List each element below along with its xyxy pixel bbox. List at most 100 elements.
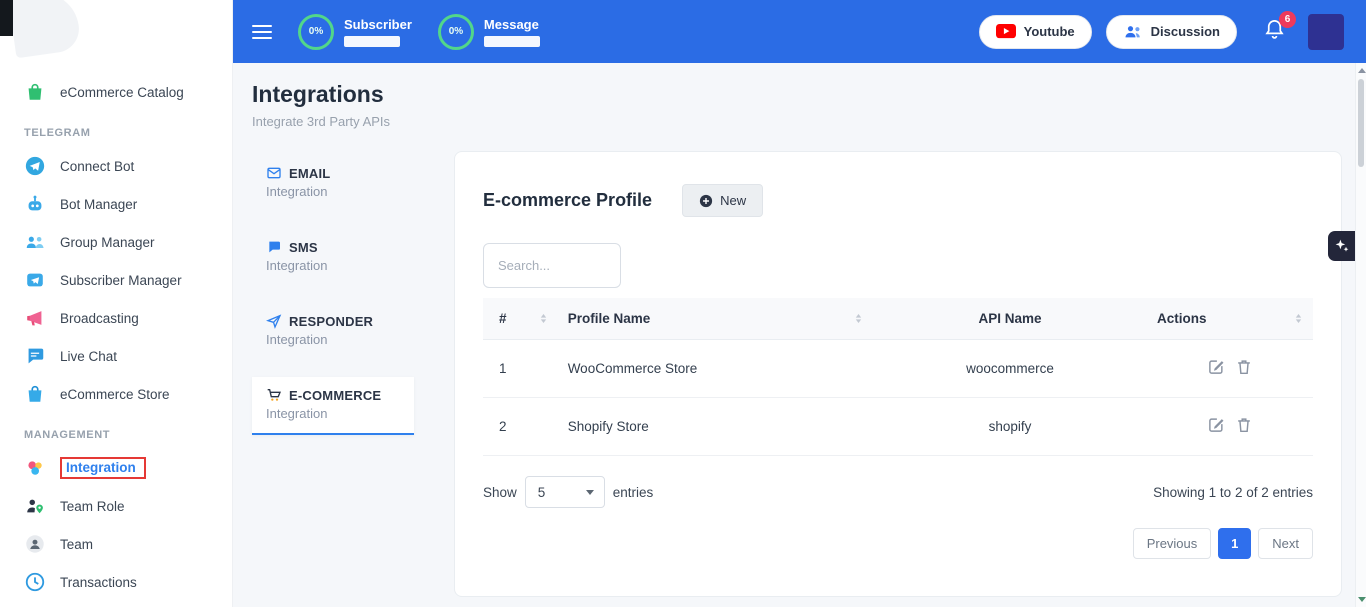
sidebar-section-telegram: TELEGRAM (0, 111, 232, 147)
subscriber-stat-value (344, 36, 400, 47)
sidebar-item-live-chat[interactable]: Live Chat (0, 337, 232, 375)
content-area: Integrations Integrate 3rd Party APIs EM… (233, 63, 1366, 607)
scrollbar[interactable] (1355, 63, 1366, 607)
table-row: 2 Shopify Store shopify (483, 398, 1313, 456)
sidebar-item-label: Live Chat (60, 349, 117, 364)
sidebar-item-team[interactable]: Team (0, 525, 232, 563)
table-row: 1 WooCommerce Store woocommerce (483, 340, 1313, 398)
table-header-row: # Profile Name A (483, 298, 1313, 340)
api-name-cell: shopify (873, 398, 1147, 456)
megaphone-icon (24, 307, 46, 329)
scroll-down-arrow[interactable] (1358, 597, 1366, 602)
nav-item-ecommerce-integration[interactable]: E-COMMERCE Integration (252, 377, 414, 435)
sidebar-section-management: MANAGEMENT (0, 413, 232, 449)
pagination: Previous 1 Next (483, 528, 1313, 559)
sidebar-item-label: eCommerce Store (60, 387, 170, 402)
logo-notch (0, 0, 13, 36)
card-title: E-commerce Profile (483, 190, 652, 211)
new-profile-button[interactable]: New (682, 184, 763, 217)
shopping-bag-icon (24, 81, 46, 103)
show-entries-control: Show 5 entries (483, 476, 653, 508)
app-window: eCommerce Catalog TELEGRAM Connect Bot B… (0, 0, 1366, 607)
sidebar-item-bot-manager[interactable]: Bot Manager (0, 185, 232, 223)
team-icon (24, 533, 46, 555)
sparkle-icon (1334, 238, 1350, 254)
discussion-users-icon (1123, 24, 1143, 39)
sidebar-item-label: Subscriber Manager (60, 273, 182, 288)
previous-page-button[interactable]: Previous (1133, 528, 1212, 559)
plus-circle-icon (699, 194, 713, 208)
sidebar-item-label: Team (60, 537, 93, 552)
sidebar-item-ecommerce-catalog[interactable]: eCommerce Catalog (0, 73, 232, 111)
row-number: 1 (483, 340, 558, 398)
youtube-icon (996, 24, 1016, 39)
page-1-button[interactable]: 1 (1218, 528, 1251, 559)
transactions-icon (24, 571, 46, 593)
message-stat: 0% Message (438, 14, 540, 50)
column-header-profile-name[interactable]: Profile Name (558, 298, 873, 340)
sidebar-item-label: Bot Manager (60, 197, 137, 212)
profile-name-cell: Shopify Store (558, 398, 873, 456)
sort-icon (1294, 313, 1303, 324)
paper-plane-icon (266, 313, 282, 329)
sort-icon (854, 313, 863, 324)
column-header-api-name[interactable]: API Name (873, 298, 1147, 340)
row-number: 2 (483, 398, 558, 456)
integration-nav: EMAIL Integration SMS Integration (252, 151, 432, 451)
showing-entries-text: Showing 1 to 2 of 2 entries (1153, 485, 1313, 500)
email-icon (266, 165, 282, 181)
page-size-select[interactable]: 5 (525, 476, 605, 508)
sidebar-item-label-highlighted: Integration (60, 457, 146, 479)
subscriber-icon (24, 269, 46, 291)
topbar: 0% Subscriber 0% Message Youtu (233, 0, 1366, 63)
sidebar-item-team-role[interactable]: Team Role (0, 487, 232, 525)
subscriber-stat: 0% Subscriber (298, 14, 412, 50)
sidebar-item-integration[interactable]: Integration (0, 449, 232, 487)
delete-button[interactable] (1232, 355, 1256, 382)
subscriber-percent: 0% (309, 26, 323, 37)
search-input[interactable] (483, 243, 621, 288)
nav-item-responder-integration[interactable]: RESPONDER Integration (252, 303, 414, 361)
sidebar-item-connect-bot[interactable]: Connect Bot (0, 147, 232, 185)
sidebar-item-ecommerce-store[interactable]: eCommerce Store (0, 375, 232, 413)
edit-button[interactable] (1204, 355, 1228, 382)
sidebar-item-label: eCommerce Catalog (60, 85, 184, 100)
scrollbar-thumb[interactable] (1358, 79, 1364, 167)
column-header-actions[interactable]: Actions (1147, 298, 1313, 340)
youtube-button[interactable]: Youtube (979, 15, 1092, 49)
message-stat-value (484, 36, 540, 47)
subscriber-stat-label: Subscriber (344, 17, 412, 32)
next-page-button[interactable]: Next (1258, 528, 1313, 559)
profiles-table: # Profile Name A (483, 298, 1313, 456)
show-label: Show (483, 485, 517, 500)
column-header-num[interactable]: # (483, 298, 558, 340)
nav-item-sms-integration[interactable]: SMS Integration (252, 229, 414, 287)
edit-button[interactable] (1204, 413, 1228, 440)
logo-area (0, 0, 232, 63)
sidebar-item-transactions[interactable]: Transactions (0, 563, 232, 601)
sidebar-item-subscriber-manager[interactable]: Subscriber Manager (0, 261, 232, 299)
menu-toggle-icon[interactable] (252, 25, 272, 39)
user-avatar[interactable] (1308, 14, 1344, 50)
team-role-icon (24, 495, 46, 517)
nav-item-email-integration[interactable]: EMAIL Integration (252, 155, 414, 213)
delete-button[interactable] (1232, 413, 1256, 440)
store-bag-icon (24, 383, 46, 405)
sidebar-item-broadcasting[interactable]: Broadcasting (0, 299, 232, 337)
sidebar: eCommerce Catalog TELEGRAM Connect Bot B… (0, 0, 233, 607)
discussion-button[interactable]: Discussion (1106, 15, 1237, 49)
ecommerce-profile-card: E-commerce Profile New (454, 151, 1342, 597)
sidebar-item-label: Group Manager (60, 235, 155, 250)
subscriber-progress-ring: 0% (298, 14, 334, 50)
logo-watermark (8, 0, 82, 58)
scroll-up-arrow[interactable] (1358, 68, 1366, 73)
sidebar-item-label: Broadcasting (60, 311, 139, 326)
chat-icon (24, 345, 46, 367)
sort-icon (539, 313, 548, 324)
message-percent: 0% (449, 26, 463, 37)
entries-label: entries (613, 485, 654, 500)
sidebar-item-group-manager[interactable]: Group Manager (0, 223, 232, 261)
notifications-bell[interactable]: 6 (1263, 18, 1286, 46)
main-area: 0% Subscriber 0% Message Youtu (233, 0, 1366, 607)
assistant-fab[interactable] (1328, 231, 1355, 261)
